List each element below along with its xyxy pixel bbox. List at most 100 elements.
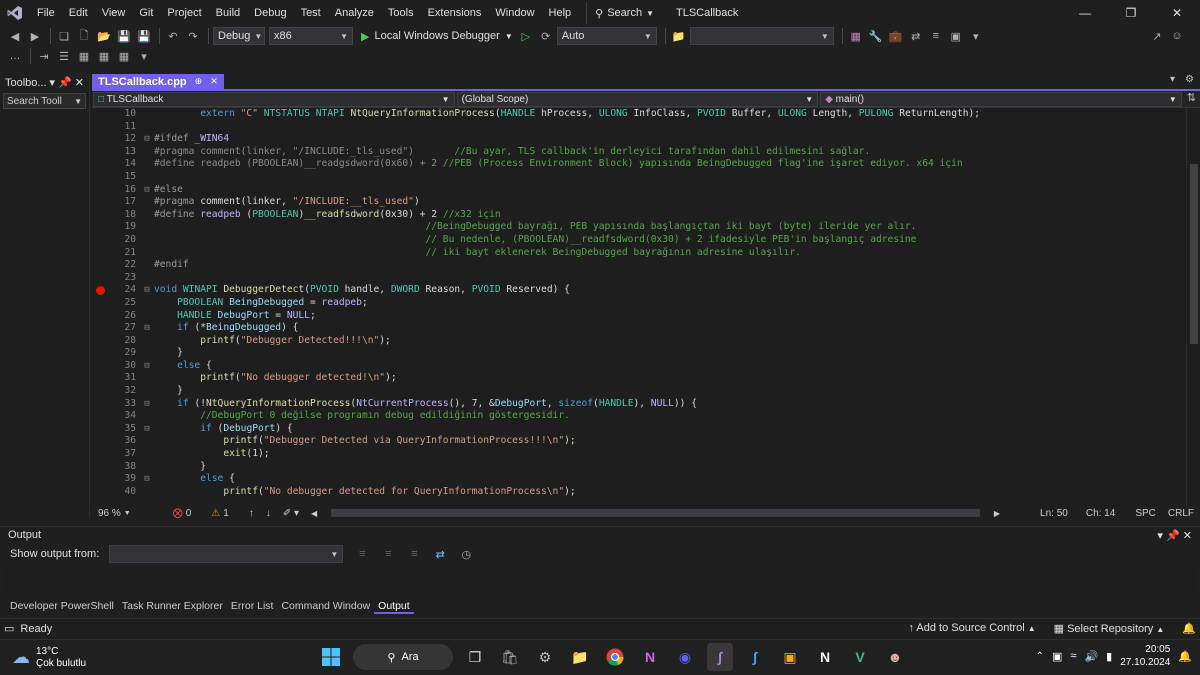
line-number-gutter[interactable]: 14 (92, 158, 140, 171)
pin-icon[interactable]: ⊕ (195, 76, 203, 87)
code-line[interactable]: 26 HANDLE DebugPort = NULL; (92, 310, 1186, 323)
wrench-icon[interactable]: 🔧 (867, 27, 885, 45)
member-dropdown[interactable]: ◆ main() ▼ (820, 92, 1182, 107)
tab-developer-powershell[interactable]: Developer PowerShell (6, 598, 118, 614)
chevron-down-icon[interactable]: ▾ (1157, 530, 1163, 542)
configuration-dropdown[interactable]: Debug ▼ (213, 27, 265, 45)
split-view-icon[interactable]: ⇅ (1183, 91, 1200, 107)
menu-project[interactable]: Project (160, 0, 208, 26)
close-icon[interactable]: ✕ (210, 76, 218, 87)
volume-icon[interactable]: 🔊 (1084, 650, 1098, 663)
toolbox-icon[interactable]: 💼 (887, 27, 905, 45)
code-line[interactable]: 25 PBOOLEAN BeingDebugged = readpeb; (92, 297, 1186, 310)
save-all-icon[interactable]: 💾 (135, 27, 153, 45)
minimize-icon[interactable]: — (1062, 0, 1108, 26)
copilot-icon[interactable]: ☺ (1168, 27, 1186, 45)
spell-check-icon[interactable]: … (6, 47, 24, 65)
start-debugging-button[interactable]: ▶ Local Windows Debugger ▼ (357, 27, 517, 45)
line-number-gutter[interactable]: 18 (92, 209, 140, 222)
warning-count[interactable]: ⚠ 1 (205, 508, 235, 519)
line-number-gutter[interactable]: 34 (92, 410, 140, 423)
spacing-mode[interactable]: SPC (1129, 508, 1162, 519)
global-search[interactable]: ⚲ Search ▼ (586, 2, 662, 24)
settings-icon[interactable]: ⚙ (532, 643, 558, 671)
line-number-gutter[interactable]: 26 (92, 310, 140, 323)
line-number-gutter[interactable]: 15 (92, 171, 140, 184)
code-line[interactable]: 31 printf("No debugger detected!\n"); (92, 372, 1186, 385)
code-line[interactable]: 21 // iki bayt eklenerek BeingDebugged b… (92, 247, 1186, 260)
output-source-dropdown[interactable]: ▼ (109, 545, 344, 563)
onenote-icon[interactable]: N (637, 643, 663, 671)
code-line[interactable]: 38 } (92, 461, 1186, 474)
tab-error-list[interactable]: Error List (227, 598, 278, 614)
tab-tlscallback-cpp[interactable]: TLSCallback.cpp ⊕ ✕ (92, 74, 224, 89)
line-number-gutter[interactable]: 28 (92, 335, 140, 348)
code-line[interactable]: 33 ⊟ if (!NtQueryInformationProcess(NtCur… (92, 398, 1186, 411)
folder-icon[interactable]: 📁 (670, 27, 688, 45)
tab-task-runner-explorer[interactable]: Task Runner Explorer (118, 598, 227, 614)
code-line[interactable]: 13 #pragma comment(linker, "/INCLUDE:_tls… (92, 146, 1186, 159)
search-options-icon[interactable]: ▼ (74, 97, 82, 106)
diagnostics-icon[interactable]: ▦ (847, 27, 865, 45)
menu-tools[interactable]: Tools (381, 0, 421, 26)
menu-test[interactable]: Test (294, 0, 328, 26)
menu-help[interactable]: Help (542, 0, 579, 26)
open-folder-icon[interactable]: 📂 (95, 27, 113, 45)
zoom-level[interactable]: 96 % ▼ (92, 508, 137, 519)
menu-analyze[interactable]: Analyze (328, 0, 381, 26)
close-icon[interactable]: ✕ (75, 77, 84, 89)
solution-config-dropdown[interactable]: ▼ (689, 27, 834, 45)
code-line[interactable]: 40 printf("No debugger detected for Quer… (92, 486, 1186, 499)
visual-studio-icon[interactable]: ∫ (707, 643, 733, 671)
line-number-gutter[interactable]: 36 (92, 435, 140, 448)
scroll-left-icon[interactable]: ◀ (305, 509, 323, 518)
bookmark-clear-icon[interactable]: ▦ (115, 47, 133, 65)
weather-widget[interactable]: ☁ 13°C Çok bulutlu (0, 646, 200, 670)
line-number-gutter[interactable]: 30 (92, 360, 140, 373)
menu-edit[interactable]: Edit (62, 0, 95, 26)
column-number[interactable]: Ch: 14 (1080, 508, 1121, 519)
output-text-area[interactable] (4, 567, 1196, 597)
menu-window[interactable]: Window (488, 0, 541, 26)
redo-icon[interactable]: ↷ (184, 27, 202, 45)
menu-debug[interactable]: Debug (247, 0, 293, 26)
code-line[interactable]: 28 printf("Debugger Detected!!!\n"); (92, 335, 1186, 348)
add-to-source-control-button[interactable]: ↑ Add to Source Control ▲ (908, 622, 1035, 635)
store-icon[interactable]: 🛍 (497, 643, 523, 671)
clear-all-icon[interactable]: ≡ (379, 545, 397, 563)
code-line[interactable]: 29 } (92, 347, 1186, 360)
code-line[interactable]: 17 #pragma comment(linker, "/INCLUDE:__tl… (92, 196, 1186, 209)
photos-icon[interactable]: ▣ (777, 643, 803, 671)
settings-icon[interactable]: ⚙ (1185, 74, 1194, 85)
line-number[interactable]: Ln: 50 (1034, 508, 1074, 519)
menu-file[interactable]: File (30, 0, 62, 26)
line-number-gutter[interactable]: 33 (92, 398, 140, 411)
notion-icon[interactable]: N (812, 643, 838, 671)
chevron-down-icon[interactable]: ▾ (49, 77, 55, 89)
project-dropdown[interactable]: □ TLSCallback ▼ (93, 92, 455, 107)
fold-toggle-icon[interactable]: ⊟ (140, 322, 154, 335)
line-number-gutter[interactable]: 13 (92, 146, 140, 159)
fold-toggle-icon[interactable]: ⊟ (140, 133, 154, 146)
new-file-icon[interactable]: 🗋 (75, 27, 93, 45)
file-explorer-icon[interactable]: 📁 (567, 643, 593, 671)
line-number-gutter[interactable]: 23 (92, 272, 140, 285)
share-icon[interactable]: ↗ (1148, 27, 1166, 45)
tab-list-icon[interactable]: ▾ (1170, 74, 1175, 85)
windows-start-icon[interactable] (318, 643, 344, 671)
word-wrap-icon[interactable]: ≡ (405, 545, 423, 563)
line-number-gutter[interactable]: 11 (92, 121, 140, 134)
find-message-icon[interactable]: ≡ (353, 545, 371, 563)
line-number-gutter[interactable]: 31 (92, 372, 140, 385)
forward-icon[interactable]: ▶ (26, 27, 44, 45)
line-ending[interactable]: CRLF (1162, 508, 1200, 519)
mode-dropdown[interactable]: Auto ▼ (556, 27, 657, 45)
toolbar-overflow-icon[interactable]: ▾ (135, 47, 153, 65)
chevron-up-icon[interactable]: ⌃ (1036, 651, 1044, 662)
next-issue-icon[interactable]: ↓ (260, 508, 277, 519)
chrome-icon[interactable] (602, 643, 628, 671)
line-number-gutter[interactable]: 27 (92, 322, 140, 335)
error-count[interactable]: ⨂ 0 (167, 508, 198, 519)
code-line[interactable]: 32 } (92, 385, 1186, 398)
notifications-icon[interactable]: 🔔 (1182, 622, 1196, 635)
